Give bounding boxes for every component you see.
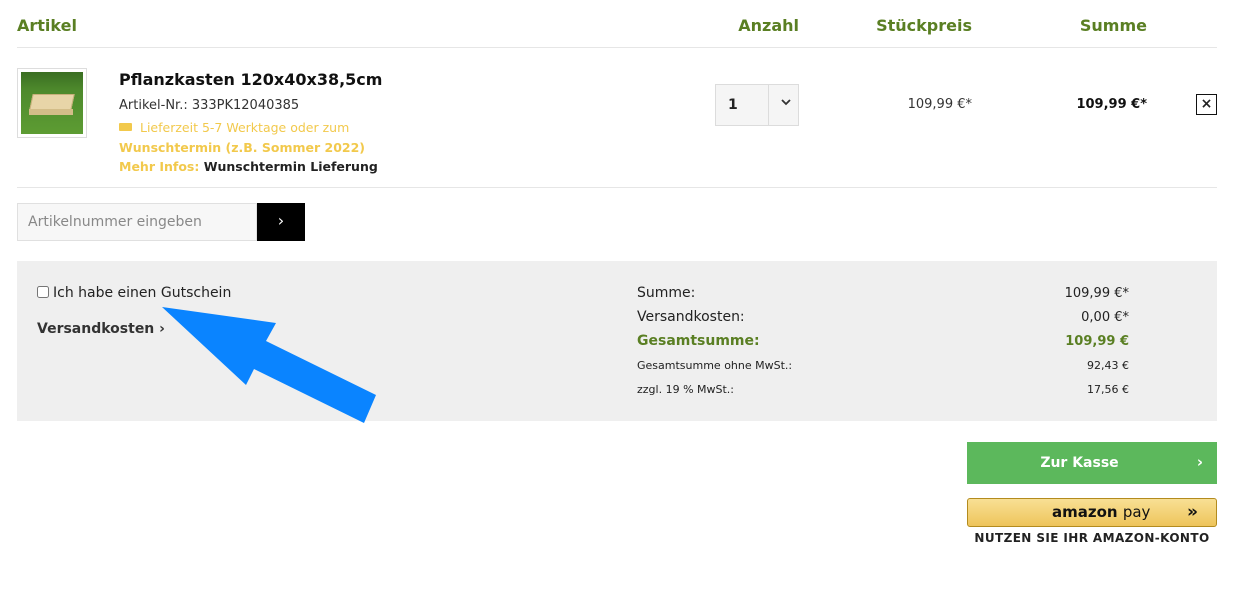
netto-value: 92,43 € — [1087, 359, 1129, 372]
add-sku-button[interactable]: › — [257, 203, 305, 241]
chevron-right-icon: › — [277, 211, 285, 230]
amazon-pay-button[interactable]: amazon pay » — [967, 498, 1217, 527]
more-info-label: Mehr Infos: — [119, 159, 200, 174]
line-total: 109,99 €* — [1076, 97, 1147, 112]
product-sku: Artikel-Nr.: 333PK12040385 — [119, 98, 300, 113]
summe-label: Summe: — [637, 285, 696, 301]
delivery-info: Lieferzeit 5-7 Werktage oder zum — [119, 120, 349, 135]
more-info: Mehr Infos: Wunschtermin Lieferung — [119, 159, 378, 174]
cart-item-row: Pflanzkasten 120x40x38,5cm Artikel-Nr.: … — [17, 48, 1217, 188]
checkout-button[interactable]: Zur Kasse › — [967, 442, 1217, 484]
voucher-checkbox[interactable] — [37, 286, 49, 298]
double-chevron-icon: » — [1187, 502, 1198, 522]
amazon-pay-logo: amazon pay — [1052, 503, 1151, 521]
chevron-down-icon — [780, 96, 792, 111]
pointer-arrow — [162, 307, 376, 423]
gesamtsumme-label: Gesamtsumme: — [637, 333, 760, 349]
sku-input[interactable] — [17, 203, 257, 241]
product-thumbnail[interactable] — [17, 68, 87, 138]
header-anzahl: Anzahl — [738, 16, 799, 35]
header-stueckpreis: Stückpreis — [876, 16, 972, 35]
quantity-select[interactable]: 1 — [715, 84, 799, 126]
amazon-pay-note: NUTZEN SIE IHR AMAZON-KONTO — [974, 531, 1210, 545]
product-image — [21, 72, 83, 134]
header-artikel: Artikel — [17, 16, 77, 35]
mwst-label: zzgl. 19 % MwSt.: — [637, 383, 735, 396]
wunschtermin-text: Wunschtermin (z.B. Sommer 2022) — [119, 140, 366, 155]
cart-table-header: Artikel Anzahl Stückpreis Summe — [17, 0, 1217, 48]
voucher-checkbox-label[interactable]: Ich habe einen Gutschein — [37, 285, 231, 301]
chevron-right-icon: › — [1196, 453, 1203, 471]
checkout-label: Zur Kasse — [1040, 455, 1119, 471]
shipping-costs-link[interactable]: Versandkosten › — [37, 321, 165, 337]
netto-label: Gesamtsumme ohne MwSt.: — [637, 359, 793, 372]
quantity-value: 1 — [728, 97, 738, 113]
unit-price: 109,99 €* — [907, 97, 972, 112]
versandkosten-label: Versandkosten: — [637, 309, 745, 325]
remove-item-button[interactable]: × — [1196, 94, 1217, 115]
voucher-label: Ich habe einen Gutschein — [53, 285, 232, 301]
summe-value: 109,99 €* — [1064, 286, 1129, 301]
versandkosten-value: 0,00 €* — [1081, 310, 1129, 325]
more-info-link[interactable]: Wunschtermin Lieferung — [204, 159, 378, 174]
header-summe: Summe — [1079, 16, 1147, 35]
product-title[interactable]: Pflanzkasten 120x40x38,5cm — [119, 70, 382, 89]
gesamtsumme-value: 109,99 € — [1065, 334, 1129, 349]
delivery-text: Lieferzeit 5-7 Werktage oder zum — [140, 120, 350, 135]
mwst-value: 17,56 € — [1087, 383, 1129, 396]
truck-icon — [119, 123, 132, 131]
